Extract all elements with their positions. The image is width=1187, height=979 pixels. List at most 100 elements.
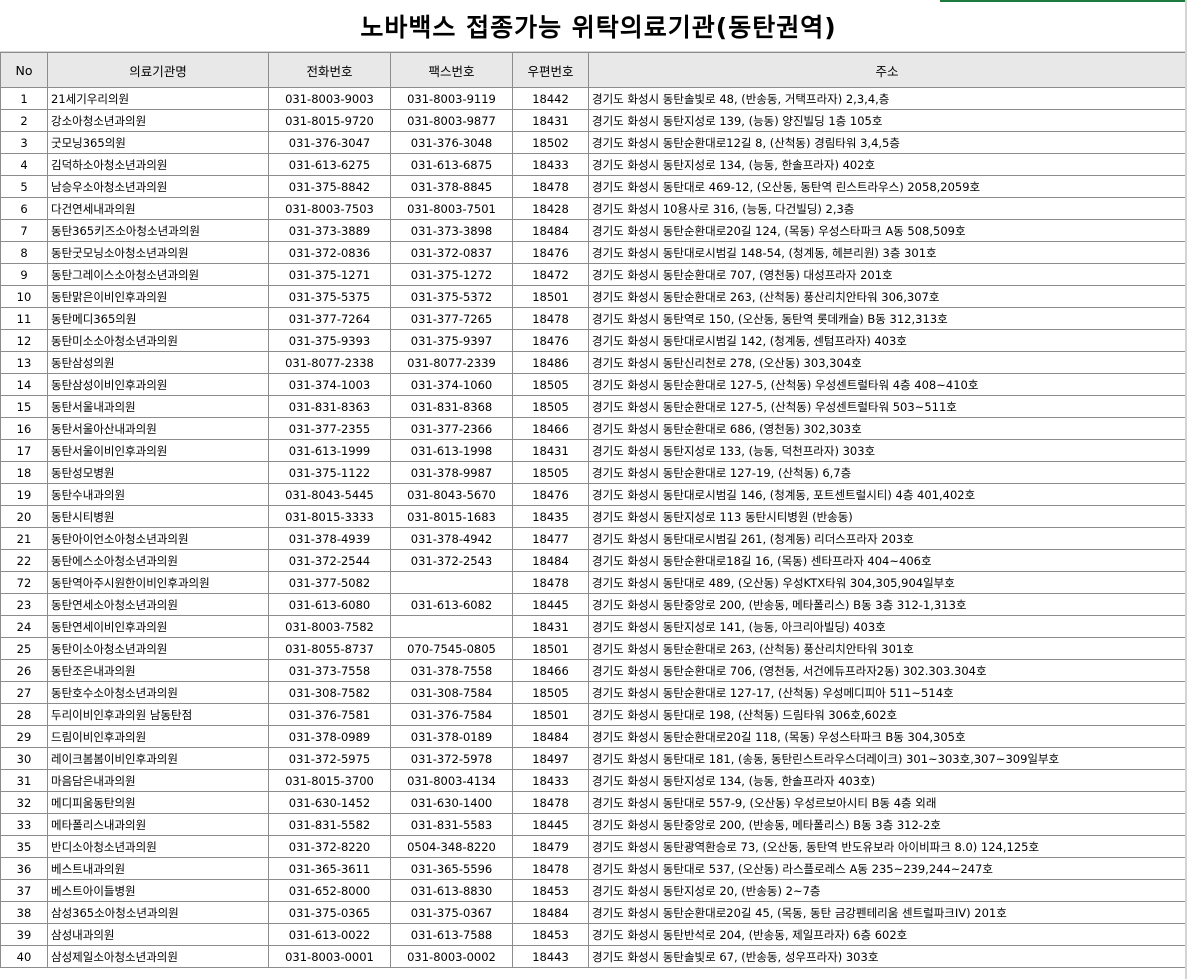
cell-address[interactable]: 경기도 화성시 동탄순환대로 263, (산척동) 풍산리치안타워 306,30… [588,285,1186,308]
cell-zip[interactable]: 18484 [512,549,589,572]
cell-phone[interactable]: 031-375-0365 [268,901,391,924]
cell-fax[interactable]: 031-8003-9119 [390,87,513,110]
cell-name[interactable]: 동탄연세이비인후과의원 [47,615,269,638]
cell-no[interactable]: 27 [0,681,48,704]
cell-phone[interactable]: 031-378-0989 [268,725,391,748]
cell-fax[interactable]: 031-376-3048 [390,131,513,154]
cell-name[interactable]: 동탄365키즈소아청소년과의원 [47,219,269,242]
cell-fax[interactable]: 031-365-5596 [390,857,513,880]
cell-fax[interactable]: 031-831-5583 [390,813,513,836]
cell-phone[interactable]: 031-8015-9720 [268,109,391,132]
cell-no[interactable]: 39 [0,923,48,946]
cell-address[interactable]: 경기도 화성시 동탄지성로 134, (능동, 한솔프라자 403호) [588,769,1186,792]
cell-phone[interactable]: 031-373-3889 [268,219,391,242]
cell-address[interactable]: 경기도 화성시 동탄지성로 134, (능동, 한솔프라자) 402호 [588,153,1186,176]
cell-name[interactable]: 베스트아이들병원 [47,879,269,902]
cell-phone[interactable]: 031-375-9393 [268,329,391,352]
cell-zip[interactable]: 18453 [512,879,589,902]
cell-fax[interactable]: 0504-348-8220 [390,835,513,858]
header-no[interactable]: No [0,52,48,88]
cell-name[interactable]: 동탄연세소아청소년과의원 [47,593,269,616]
cell-fax[interactable]: 031-378-8845 [390,175,513,198]
cell-address[interactable]: 경기도 화성시 동탄대로시범길 142, (청계동, 센텀프라자) 403호 [588,329,1186,352]
cell-name[interactable]: 동탄메디365의원 [47,307,269,330]
cell-phone[interactable]: 031-375-1271 [268,263,391,286]
cell-fax[interactable]: 031-613-6082 [390,593,513,616]
cell-zip[interactable]: 18484 [512,901,589,924]
cell-no[interactable]: 25 [0,637,48,660]
cell-fax[interactable]: 070-7545-0805 [390,637,513,660]
cell-zip[interactable]: 18505 [512,461,589,484]
cell-no[interactable]: 7 [0,219,48,242]
cell-phone[interactable]: 031-613-6275 [268,153,391,176]
cell-no[interactable]: 1 [0,87,48,110]
header-address[interactable]: 주소 [588,52,1186,88]
cell-no[interactable]: 33 [0,813,48,836]
cell-phone[interactable]: 031-373-7558 [268,659,391,682]
cell-fax[interactable]: 031-372-5978 [390,747,513,770]
cell-phone[interactable]: 031-376-7581 [268,703,391,726]
cell-zip[interactable]: 18477 [512,527,589,550]
cell-phone[interactable]: 031-630-1452 [268,791,391,814]
cell-phone[interactable]: 031-8015-3700 [268,769,391,792]
cell-phone[interactable]: 031-372-0836 [268,241,391,264]
cell-no[interactable]: 30 [0,747,48,770]
cell-address[interactable]: 경기도 화성시 동탄솔빛로 48, (반송동, 거택프라자) 2,3,4,층 [588,87,1186,110]
cell-no[interactable]: 9 [0,263,48,286]
cell-fax[interactable]: 031-8003-9877 [390,109,513,132]
cell-address[interactable]: 경기도 화성시 동탄대로 557-9, (오산동) 우성르보아시티 B동 4층 … [588,791,1186,814]
cell-no[interactable]: 12 [0,329,48,352]
cell-phone[interactable]: 031-374-1003 [268,373,391,396]
cell-fax[interactable] [390,615,513,638]
cell-fax[interactable]: 031-378-0189 [390,725,513,748]
cell-phone[interactable]: 031-377-7264 [268,307,391,330]
cell-name[interactable]: 마음담은내과의원 [47,769,269,792]
cell-no[interactable]: 10 [0,285,48,308]
cell-address[interactable]: 경기도 화성시 동탄역로 150, (오산동, 동탄역 롯데캐슬) B동 312… [588,307,1186,330]
cell-address[interactable]: 경기도 화성시 동탄광역환승로 73, (오산동, 동탄역 반도유보라 아이비파… [588,835,1186,858]
cell-no[interactable]: 24 [0,615,48,638]
cell-no[interactable]: 31 [0,769,48,792]
cell-name[interactable]: 메타폴리스내과의원 [47,813,269,836]
cell-phone[interactable]: 031-378-4939 [268,527,391,550]
cell-zip[interactable]: 18502 [512,131,589,154]
cell-fax[interactable]: 031-377-7265 [390,307,513,330]
cell-address[interactable]: 경기도 화성시 동탄중앙로 200, (반송동, 메타폴리스) B동 3층 31… [588,593,1186,616]
cell-fax[interactable]: 031-372-0837 [390,241,513,264]
cell-name[interactable]: 두리이비인후과의원 남동탄점 [47,703,269,726]
cell-address[interactable]: 경기도 화성시 동탄대로시범길 148-54, (청계동, 헤븐리원) 3층 3… [588,241,1186,264]
cell-address[interactable]: 경기도 화성시 동탄순환대로 127-17, (산척동) 우성메디피아 511~… [588,681,1186,704]
cell-no[interactable]: 35 [0,835,48,858]
cell-address[interactable]: 경기도 화성시 동탄대로시범길 261, (청계동) 리더스프라자 203호 [588,527,1186,550]
cell-zip[interactable]: 18505 [512,395,589,418]
cell-address[interactable]: 경기도 화성시 동탄대로 469-12, (오산동, 동탄역 린스트라우스) 2… [588,175,1186,198]
cell-name[interactable]: 반디소아청소년과의원 [47,835,269,858]
cell-fax[interactable]: 031-375-1272 [390,263,513,286]
cell-no[interactable]: 22 [0,549,48,572]
cell-no[interactable]: 6 [0,197,48,220]
cell-no[interactable]: 3 [0,131,48,154]
cell-zip[interactable]: 18484 [512,725,589,748]
cell-zip[interactable]: 18479 [512,835,589,858]
cell-fax[interactable]: 031-8015-1683 [390,505,513,528]
cell-zip[interactable]: 18453 [512,923,589,946]
cell-phone[interactable]: 031-8015-3333 [268,505,391,528]
header-fax[interactable]: 팩스번호 [390,52,513,88]
cell-fax[interactable]: 031-613-7588 [390,923,513,946]
cell-no[interactable]: 14 [0,373,48,396]
cell-zip[interactable]: 18484 [512,219,589,242]
cell-fax[interactable]: 031-376-7584 [390,703,513,726]
cell-phone[interactable]: 031-8055-8737 [268,637,391,660]
cell-zip[interactable]: 18431 [512,615,589,638]
cell-phone[interactable]: 031-8003-9003 [268,87,391,110]
cell-name[interactable]: 동탄에스소아청소년과의원 [47,549,269,572]
cell-no[interactable]: 11 [0,307,48,330]
cell-phone[interactable]: 031-613-1999 [268,439,391,462]
cell-no[interactable]: 18 [0,461,48,484]
cell-address[interactable]: 경기도 화성시 동탄순환대로20길 45, (목동, 동탄 금강펜테리움 센트럴… [588,901,1186,924]
cell-fax[interactable]: 031-613-1998 [390,439,513,462]
cell-address[interactable]: 경기도 화성시 동탄대로시범길 146, (청계동, 포트센트럴시티) 4층 4… [588,483,1186,506]
cell-no[interactable]: 28 [0,703,48,726]
cell-address[interactable]: 경기도 화성시 동탄순환대로 686, (영천동) 302,303호 [588,417,1186,440]
cell-phone[interactable]: 031-375-8842 [268,175,391,198]
